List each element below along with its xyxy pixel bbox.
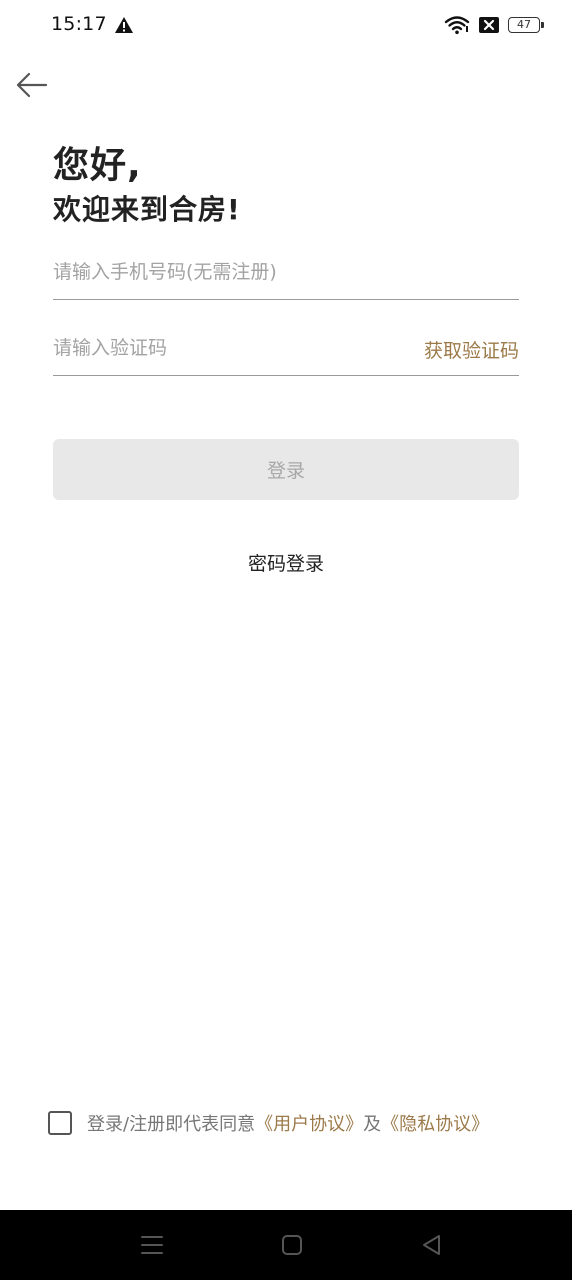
back-triangle-icon[interactable] bbox=[418, 1232, 446, 1258]
page-title: 您好, bbox=[53, 145, 142, 186]
menu-icon[interactable] bbox=[138, 1232, 166, 1258]
battery-level: 47 bbox=[517, 18, 531, 31]
status-icons: 47 bbox=[444, 14, 544, 36]
privacy-agreement-link[interactable]: 《隐私协议》 bbox=[381, 1110, 489, 1136]
agreement-conjunction: 及 bbox=[363, 1114, 382, 1135]
home-square-icon[interactable] bbox=[278, 1232, 306, 1258]
status-bar: 15:17 47 bbox=[0, 0, 572, 52]
no-sim-icon bbox=[479, 17, 499, 33]
login-button[interactable]: 登录 bbox=[53, 439, 519, 500]
user-agreement-link[interactable]: 《用户协议》 bbox=[255, 1110, 363, 1136]
warning-icon bbox=[115, 17, 133, 33]
battery-tip bbox=[541, 22, 544, 28]
phone-field bbox=[53, 248, 519, 300]
battery-icon: 47 bbox=[508, 17, 544, 33]
verification-code-input[interactable] bbox=[53, 330, 393, 366]
arrow-left-icon[interactable] bbox=[12, 66, 52, 106]
password-login-link[interactable]: 密码登录 bbox=[0, 549, 572, 576]
agreement-checkbox[interactable] bbox=[48, 1111, 72, 1135]
page-subtitle: 欢迎来到合房! bbox=[53, 193, 241, 226]
status-time: 15:17 bbox=[51, 13, 107, 35]
agreement-prefix: 登录/注册即代表同意 bbox=[87, 1114, 256, 1135]
system-nav-bar bbox=[0, 1210, 572, 1280]
verification-code-field: 获取验证码 bbox=[53, 324, 519, 376]
wifi-icon bbox=[444, 16, 470, 35]
phone-input[interactable] bbox=[53, 254, 393, 290]
get-code-button[interactable]: 获取验证码 bbox=[424, 336, 519, 363]
agreement-row: 登录/注册即代表同意 《用户协议》 及 《隐私协议》 bbox=[48, 1108, 548, 1138]
